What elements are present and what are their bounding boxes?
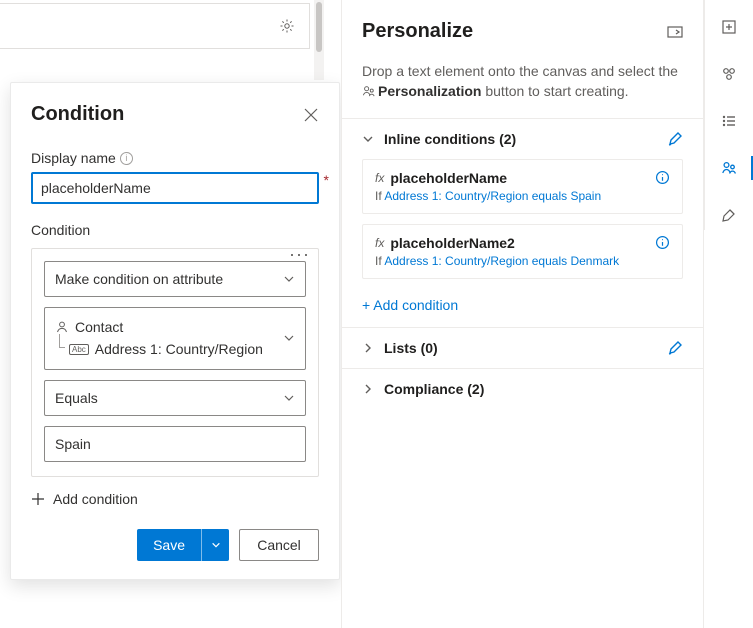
chevron-down-icon xyxy=(362,133,374,145)
chevron-down-icon xyxy=(283,273,295,285)
add-condition-link[interactable]: + Add condition xyxy=(342,293,703,327)
section-compliance: Compliance (2) xyxy=(342,368,703,409)
cancel-button[interactable]: Cancel xyxy=(239,529,319,561)
gear-icon[interactable] xyxy=(279,18,295,34)
condition-builder: ··· Make condition on attribute Contact xyxy=(31,248,319,477)
section-header-inline[interactable]: Inline conditions (2) xyxy=(342,119,703,159)
edit-icon[interactable] xyxy=(667,131,683,147)
chevron-down-icon xyxy=(283,392,295,404)
personalize-panel: Personalize Drop a text element onto the… xyxy=(341,0,704,628)
more-icon[interactable]: ··· xyxy=(289,245,310,263)
canvas-element[interactable] xyxy=(0,3,310,49)
condition-name: placeholderName xyxy=(390,170,507,186)
section-inline-conditions: Inline conditions (2) fx placeholderName… xyxy=(342,118,703,327)
condition-card[interactable]: fx placeholderName2 If Address 1: Countr… xyxy=(362,224,683,279)
chevron-right-icon xyxy=(362,342,374,354)
attribute-label: Address 1: Country/Region xyxy=(95,338,263,360)
section-title: Inline conditions (2) xyxy=(384,131,516,147)
rail-elements[interactable] xyxy=(713,59,745,90)
fx-icon: fx xyxy=(375,171,384,185)
section-header-lists[interactable]: Lists (0) xyxy=(342,328,703,368)
required-marker: * xyxy=(324,172,329,188)
attribute-picker[interactable]: Contact Abc Address 1: Country/Region xyxy=(44,307,306,370)
info-icon[interactable]: i xyxy=(120,152,133,165)
rail-personalize[interactable] xyxy=(713,152,745,183)
condition-section-label: Condition xyxy=(31,222,319,238)
section-header-compliance[interactable]: Compliance (2) xyxy=(342,369,703,409)
save-split[interactable] xyxy=(201,529,229,561)
person-icon xyxy=(55,320,69,334)
section-lists: Lists (0) xyxy=(342,327,703,368)
chevron-down-icon xyxy=(283,332,295,344)
fx-icon: fx xyxy=(375,236,384,250)
condition-name: placeholderName2 xyxy=(390,235,515,251)
text-type-icon: Abc xyxy=(69,344,89,356)
scrollbar[interactable] xyxy=(314,0,324,80)
info-icon[interactable] xyxy=(655,235,670,250)
panel-title: Personalize xyxy=(362,20,473,43)
save-button[interactable]: Save xyxy=(137,529,229,561)
operator-dropdown[interactable]: Equals xyxy=(44,380,306,416)
plus-icon xyxy=(31,492,45,506)
close-icon[interactable] xyxy=(303,107,319,123)
condition-dialog: Condition Display name i * Condition ···… xyxy=(10,82,340,580)
canvas-strip xyxy=(0,0,326,70)
section-title: Lists (0) xyxy=(384,340,438,356)
info-icon[interactable] xyxy=(655,170,670,185)
entity-label: Contact xyxy=(75,316,123,338)
personalization-icon xyxy=(362,85,375,98)
dialog-title: Condition xyxy=(31,103,124,126)
condition-card[interactable]: fx placeholderName If Address 1: Country… xyxy=(362,159,683,214)
tool-rail xyxy=(704,0,753,230)
rail-add[interactable] xyxy=(713,12,745,43)
condition-mode-dropdown[interactable]: Make condition on attribute xyxy=(44,261,306,297)
display-name-input[interactable] xyxy=(31,172,319,204)
edit-icon[interactable] xyxy=(667,340,683,356)
rail-styles[interactable] xyxy=(713,199,745,230)
collapse-icon[interactable] xyxy=(667,26,683,38)
panel-description: Drop a text element onto the canvas and … xyxy=(342,51,703,118)
rail-list[interactable] xyxy=(713,106,745,137)
section-title: Compliance (2) xyxy=(384,381,484,397)
value-input[interactable]: Spain xyxy=(44,426,306,462)
add-condition-link[interactable]: Add condition xyxy=(31,491,319,507)
chevron-right-icon xyxy=(362,383,374,395)
display-name-label: Display name i xyxy=(31,150,319,166)
